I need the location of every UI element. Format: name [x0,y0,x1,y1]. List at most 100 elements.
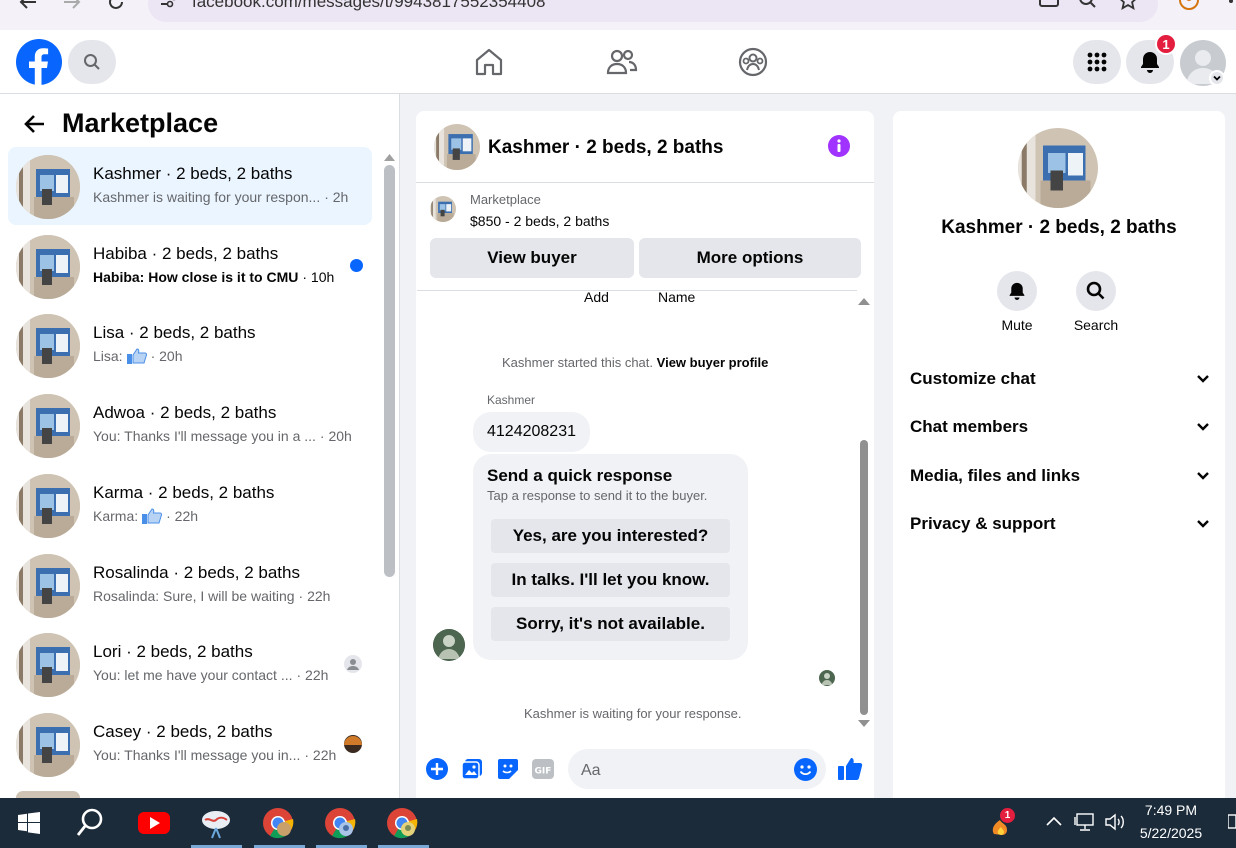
listing-price[interactable]: $850 - 2 beds, 2 baths [470,213,609,229]
customize-chat-section[interactable]: Customize chat [910,365,1210,393]
message-input[interactable] [568,749,826,789]
photo-icon[interactable] [461,758,483,780]
view-buyer-button[interactable]: View buyer [430,238,634,278]
media-files-links-section[interactable]: Media, files and links [910,462,1210,490]
back-arrow-icon[interactable] [24,114,46,134]
message-scroll-thumb[interactable] [860,440,868,715]
sender-avatar[interactable] [433,629,465,661]
groups-icon[interactable] [738,47,768,77]
chat-title[interactable]: Kashmer · 2 beds, 2 baths [488,137,723,159]
sender-name: Kashmer [487,393,536,407]
scroll-up-arrow-icon[interactable] [858,297,870,305]
back-arrow-icon[interactable] [18,0,38,10]
conversation-row[interactable]: Rosalinda · 2 beds, 2 baths Rosalinda: S… [8,546,372,624]
section-label: Media, files and links [910,466,1081,485]
section-label: Privacy & support [910,514,1056,533]
home-icon[interactable] [474,48,504,76]
like-thumbs-up-icon[interactable] [837,756,863,782]
url-text[interactable]: facebook.com/messages/t/9943817552354408 [192,0,545,12]
bell-icon [1008,282,1026,300]
listing-thumbnail [16,155,80,219]
conversation-preview: You: Thanks I'll message you in... · 22h [93,747,337,763]
chrome-icon[interactable] [386,807,418,839]
search-icon [1086,281,1106,301]
browser-menu-icon[interactable] [1228,0,1234,8]
chevron-down-icon [1196,374,1210,384]
cast-icon[interactable] [1038,0,1060,10]
conversation-row[interactable]: Karma · 2 beds, 2 baths Karma: · 22h [8,466,372,544]
notification-badge: 1 [1155,33,1177,55]
bell-icon [1139,51,1161,73]
conversation-name: Kashmer · 2 beds, 2 baths [93,164,293,183]
conversation-row[interactable]: Lisa · 2 beds, 2 baths Lisa: · 20h [8,306,372,384]
chat-avatar[interactable] [434,124,480,170]
sticker-icon[interactable] [497,758,519,780]
listing-thumbnail [16,235,80,299]
bookmark-star-icon[interactable] [1118,0,1138,10]
pinned-app-icon[interactable] [199,806,233,840]
chevron-down-icon [1196,519,1210,529]
plus-circle-icon[interactable] [426,758,448,780]
conversation-row[interactable]: Kashmer · 2 beds, 2 baths Kashmer is wai… [8,147,372,225]
quick-response-option[interactable]: In talks. I'll let you know. [491,563,730,597]
youtube-icon[interactable] [138,812,170,834]
mute-button[interactable] [997,271,1037,311]
profile-icon[interactable] [1178,0,1200,11]
clock-time[interactable]: 7:49 PM [1136,802,1206,818]
info-avatar[interactable] [1018,128,1098,208]
chrome-icon[interactable] [324,807,356,839]
privacy-support-section[interactable]: Privacy & support [910,510,1210,538]
unread-dot-icon [350,259,363,272]
account-chevron-icon[interactable] [1209,70,1225,86]
chevron-up-icon[interactable] [1046,816,1062,826]
chat-members-section[interactable]: Chat members [910,413,1210,441]
notification-center-icon[interactable] [1228,814,1236,830]
inbox-title: Marketplace [62,108,219,138]
windows-start-icon[interactable] [18,812,40,834]
conversation-row[interactable]: Adwoa · 2 beds, 2 baths You: Thanks I'll… [8,386,372,464]
zoom-icon[interactable] [1078,0,1098,10]
listing-thumbnail [16,791,80,798]
listing-thumbnail [16,474,80,538]
conversation-preview: Rosalinda: Sure, I will be waiting · 22h [93,588,331,604]
conversation-row[interactable]: Lori · 2 beds, 2 baths You: let me have … [8,625,372,703]
conversation-row[interactable]: Habiba · 2 beds, 2 baths Habiba: How clo… [8,227,372,305]
emoji-icon[interactable] [794,758,817,781]
scroll-up-arrow-icon[interactable] [384,153,395,161]
search-button[interactable] [68,40,116,84]
quick-response-option[interactable]: Sorry, it's not available. [491,607,730,641]
gif-icon[interactable]: GIF [532,759,554,779]
listing-thumbnail [16,314,80,378]
conversation-row[interactable]: Casey · 2 beds, 2 baths You: Thanks I'll… [8,705,372,783]
search-icon [83,53,101,71]
site-settings-icon[interactable] [160,0,178,8]
view-buyer-profile-link[interactable]: View buyer profile [657,355,769,370]
grid-menu-icon [1087,52,1107,72]
listing-thumbnail [430,196,456,222]
thumbs-up-icon [142,508,163,524]
svg-text:GIF: GIF [535,767,552,777]
forward-arrow-icon[interactable] [62,0,82,10]
volume-icon[interactable] [1104,813,1128,831]
info-icon[interactable] [828,135,850,157]
friends-icon[interactable] [606,48,638,76]
waiting-notice: Kashmer is waiting for your response. [524,706,742,721]
clock-date[interactable]: 5/22/2025 [1136,825,1206,841]
conversation-preview: Lisa: · 20h [93,348,183,364]
quick-response-option[interactable]: Yes, are you interested? [491,519,730,553]
chrome-icon[interactable] [262,807,294,839]
search-in-chat-button[interactable] [1076,271,1116,311]
network-icon[interactable] [1074,813,1096,831]
conversation-name: Habiba · 2 beds, 2 baths [93,244,279,263]
info-name: Kashmer · 2 beds, 2 baths [941,217,1177,238]
reload-icon[interactable] [106,0,126,12]
facebook-logo-icon[interactable] [16,39,62,85]
search-icon[interactable] [76,808,104,838]
scroll-down-arrow-icon[interactable] [858,720,870,728]
menu-button[interactable] [1073,40,1121,84]
conversation-name: Rosalinda · 2 beds, 2 baths [93,563,300,582]
conversation-name: Adwoa · 2 beds, 2 baths [93,403,277,422]
inbox-scrollbar[interactable] [384,165,395,577]
message-bubble[interactable]: 4124208231 [473,412,590,452]
more-options-button[interactable]: More options [639,238,861,278]
